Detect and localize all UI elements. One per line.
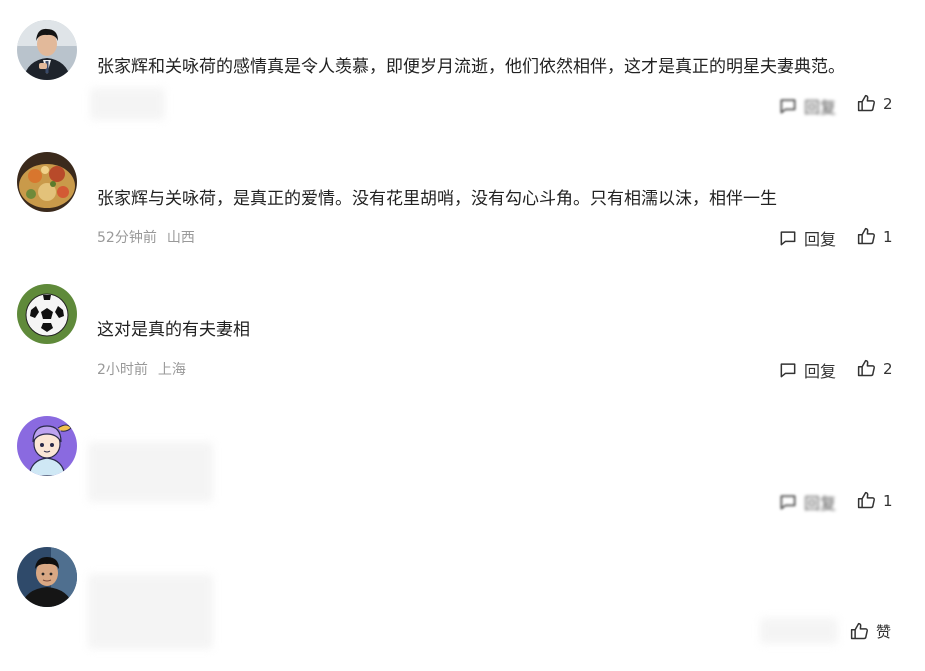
cartoon-girl-avatar <box>17 416 77 476</box>
like-count: 1 <box>883 491 893 510</box>
comment-item: 张家辉与关咏荷，是真正的爱情。没有花里胡哨，没有勾心斗角。只有相濡以沫，相伴一生… <box>0 135 925 270</box>
like-count: 2 <box>883 359 893 378</box>
comment-time: 2小时前 <box>97 362 148 378</box>
food-platter-avatar <box>17 152 77 212</box>
like-count: 2 <box>883 94 893 113</box>
user-avatar[interactable] <box>17 284 77 344</box>
comment-text: 张家辉与关咏荷，是真正的爱情。没有花里胡哨，没有勾心斗角。只有相濡以沫，相伴一生 <box>97 189 777 209</box>
blurred-meta <box>90 88 165 120</box>
soccer-ball-avatar <box>17 284 77 344</box>
comment-text: 这对是真的有夫妻相 <box>97 320 250 340</box>
like-button[interactable]: 2 <box>856 358 893 379</box>
user-avatar[interactable] <box>17 20 77 80</box>
comment-time: 52分钟前 <box>97 230 157 246</box>
reply-label: 回复 <box>804 98 837 117</box>
comment-item: 回复 1 <box>0 402 925 534</box>
like-button[interactable]: 1 <box>856 490 893 511</box>
comment-meta: 52分钟前 山西 <box>97 227 195 247</box>
blurred-comment-text <box>88 442 213 502</box>
like-button[interactable]: 赞 <box>849 621 891 642</box>
comment-location: 山西 <box>166 230 195 246</box>
man-in-suit-avatar <box>17 20 77 80</box>
reply-button[interactable]: 回复 <box>778 490 836 514</box>
like-count: 1 <box>883 227 893 246</box>
blurred-comment-text <box>88 574 213 649</box>
reply-button[interactable]: 回复 <box>778 94 836 118</box>
man-portrait-avatar <box>17 547 77 607</box>
reply-label: 回复 <box>804 362 837 381</box>
thumbs-up-icon <box>857 359 875 377</box>
thumbs-up-icon <box>850 622 868 640</box>
user-avatar[interactable] <box>17 152 77 212</box>
thumbs-up-icon <box>857 227 875 245</box>
comment-bubble-icon <box>780 363 796 378</box>
user-avatar[interactable] <box>17 547 77 607</box>
comment-bubble-icon <box>780 99 796 114</box>
reply-label: 回复 <box>804 230 837 249</box>
like-label: 赞 <box>876 623 892 641</box>
reply-button[interactable]: 回复 <box>778 358 836 382</box>
reply-label: 回复 <box>804 494 837 513</box>
reply-button[interactable]: 回复 <box>778 226 836 250</box>
comment-bubble-icon <box>780 495 796 510</box>
thumbs-up-icon <box>857 94 875 112</box>
user-avatar[interactable] <box>17 416 77 476</box>
thumbs-up-icon <box>857 491 875 509</box>
blurred-reply-area <box>760 618 838 644</box>
comment-item: 这对是真的有夫妻相 2小时前 上海 回复 2 <box>0 270 925 402</box>
comment-meta: 2小时前 上海 <box>97 359 186 379</box>
like-button[interactable]: 1 <box>856 226 893 247</box>
comment-location: 上海 <box>157 362 186 378</box>
comment-bubble-icon <box>780 231 796 246</box>
comment-item: 赞 <box>0 534 925 671</box>
comment-text: 张家辉和关咏荷的感情真是令人羡慕，即便岁月流逝，他们依然相伴，这才是真正的明星夫… <box>97 57 845 77</box>
comment-item: 张家辉和关咏荷的感情真是令人羡慕，即便岁月流逝，他们依然相伴，这才是真正的明星夫… <box>0 0 925 135</box>
like-button[interactable]: 2 <box>856 93 893 114</box>
